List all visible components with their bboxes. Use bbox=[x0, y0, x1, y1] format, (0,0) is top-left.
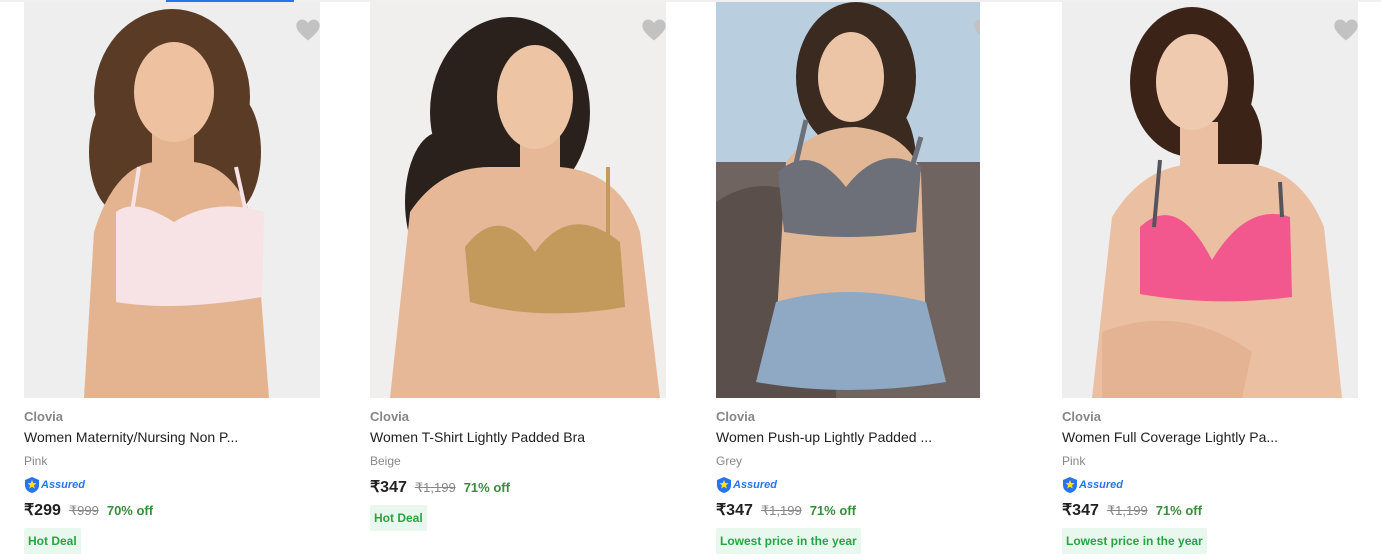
price-row: ₹347 ₹1,199 71% off bbox=[716, 500, 856, 520]
product-title[interactable]: Women Maternity/Nursing Non P... bbox=[24, 429, 320, 445]
product-title[interactable]: Women Push-up Lightly Padded ... bbox=[716, 429, 1012, 445]
original-price: ₹1,199 bbox=[1106, 503, 1148, 518]
model-grey-bra-image bbox=[716, 2, 980, 398]
product-brand: Clovia bbox=[716, 409, 756, 424]
heart-icon[interactable] bbox=[640, 16, 666, 44]
price-row: ₹347 ₹1,199 71% off bbox=[1062, 500, 1202, 520]
price-row: ₹347 ₹1,199 71% off bbox=[370, 477, 510, 497]
product-title[interactable]: Women T-Shirt Lightly Padded Bra bbox=[370, 429, 666, 445]
discount-percent: 71% off bbox=[463, 480, 510, 495]
price-row: ₹299 ₹999 70% off bbox=[24, 500, 153, 520]
product-color: Grey bbox=[716, 454, 743, 468]
original-price: ₹999 bbox=[68, 503, 99, 518]
assured-label: Assured bbox=[41, 479, 86, 491]
selling-price: ₹347 bbox=[370, 479, 407, 496]
shield-icon bbox=[25, 477, 39, 493]
product-brand: Clovia bbox=[1062, 409, 1102, 424]
deal-badge: Lowest price in the year bbox=[1062, 528, 1207, 554]
assured-label: Assured bbox=[1079, 479, 1124, 491]
selling-price: ₹347 bbox=[1062, 502, 1099, 519]
heart-icon[interactable] bbox=[972, 16, 980, 44]
model-beige-bra-image bbox=[370, 2, 666, 398]
original-price: ₹1,199 bbox=[760, 503, 802, 518]
assured-badge: Assured bbox=[1062, 476, 1123, 494]
product-brand: Clovia bbox=[24, 409, 64, 424]
shield-icon bbox=[1063, 477, 1077, 493]
model-hot-pink-bra-image bbox=[1062, 2, 1358, 398]
selling-price: ₹347 bbox=[716, 502, 753, 519]
product-image[interactable] bbox=[716, 2, 980, 398]
original-price: ₹1,199 bbox=[414, 480, 456, 495]
product-image[interactable] bbox=[1062, 2, 1358, 398]
selling-price: ₹299 bbox=[24, 502, 61, 519]
product-color: Pink bbox=[1062, 454, 1086, 468]
assured-label: Assured bbox=[733, 479, 778, 491]
product-color: Pink bbox=[24, 454, 48, 468]
product-color: Beige bbox=[370, 454, 401, 468]
product-grid: Clovia Women Maternity/Nursing Non P... … bbox=[0, 0, 1381, 560]
product-title[interactable]: Women Full Coverage Lightly Pa... bbox=[1062, 429, 1358, 445]
discount-percent: 70% off bbox=[106, 503, 154, 518]
assured-badge: Assured bbox=[716, 476, 777, 494]
product-image[interactable] bbox=[24, 2, 320, 398]
assured-badge: Assured bbox=[24, 476, 85, 494]
product-image[interactable] bbox=[370, 2, 666, 398]
model-pink-bra-image bbox=[24, 2, 320, 398]
product-card[interactable]: Clovia Women Push-up Lightly Padded ... … bbox=[714, 2, 1014, 560]
deal-badge: Hot Deal bbox=[24, 528, 81, 554]
heart-icon[interactable] bbox=[1332, 16, 1358, 44]
deal-badge: Lowest price in the year bbox=[716, 528, 861, 554]
product-card[interactable]: Clovia Women T-Shirt Lightly Padded Bra … bbox=[368, 2, 668, 560]
deal-badge: Hot Deal bbox=[370, 505, 427, 531]
discount-percent: 71% off bbox=[1155, 503, 1202, 518]
shield-icon bbox=[717, 477, 731, 493]
product-card[interactable]: Clovia Women Full Coverage Lightly Pa...… bbox=[1060, 2, 1360, 560]
heart-icon[interactable] bbox=[294, 16, 320, 44]
product-card[interactable]: Clovia Women Maternity/Nursing Non P... … bbox=[22, 2, 322, 560]
discount-percent: 71% off bbox=[809, 503, 856, 518]
product-brand: Clovia bbox=[370, 409, 410, 424]
